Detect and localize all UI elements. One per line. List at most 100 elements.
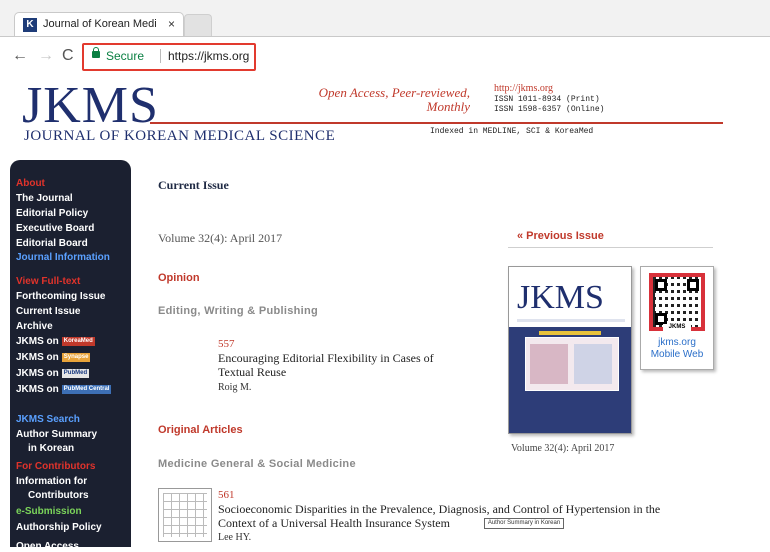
sidebar-item[interactable]: Forthcoming Issue xyxy=(16,291,105,302)
previous-issue-divider xyxy=(508,247,713,248)
tab-close-icon[interactable]: × xyxy=(168,17,175,31)
browser-tab[interactable]: K Journal of Korean Medi × xyxy=(14,12,184,37)
sidebar-item[interactable]: Information for xyxy=(16,476,87,487)
sidebar-item[interactable]: JKMS on KoreaMed xyxy=(16,336,95,347)
sidebar-item-label[interactable]: JKMS Search xyxy=(16,414,80,425)
qr-finder xyxy=(687,279,699,291)
lock-icon xyxy=(92,47,100,58)
sidebar-item-label[interactable]: JKMS on xyxy=(16,384,59,395)
sidebar-item[interactable]: Authorship Policy xyxy=(16,522,102,533)
sidebar-item-label[interactable]: e-Submission xyxy=(16,506,82,517)
page-title: Current Issue xyxy=(158,178,229,192)
site-link[interactable]: http://jkms.org xyxy=(494,83,553,94)
sidebar-item[interactable]: in Korean xyxy=(28,443,74,454)
article-title-line-2[interactable]: Context of a Universal Health Insurance … xyxy=(218,516,660,530)
sidebar-item-label[interactable]: Editorial Board xyxy=(16,238,88,249)
sidebar-item[interactable]: About xyxy=(16,178,45,189)
sidebar-item-label[interactable]: Journal Information xyxy=(16,252,110,263)
sidebar-item[interactable]: Journal Information xyxy=(16,252,110,263)
sidebar-badge[interactable]: PubMed xyxy=(61,368,90,378)
cover-figure xyxy=(525,337,619,391)
sidebar-item-label[interactable]: Executive Board xyxy=(16,223,94,234)
sidebar-item[interactable]: View Full-text xyxy=(16,276,80,287)
sidebar-item[interactable]: Author Summary xyxy=(16,429,97,440)
article-thumbnail[interactable] xyxy=(158,488,212,542)
tagline: Open Access, Peer-reviewed, Monthly xyxy=(318,86,470,114)
sidebar-item[interactable]: Executive Board xyxy=(16,223,94,234)
sidebar-badge[interactable]: KoreaMed xyxy=(61,336,95,346)
masthead-divider xyxy=(150,122,723,124)
sidebar-item-label[interactable]: Archive xyxy=(16,321,53,332)
tagline-line-1: Open Access, Peer-reviewed, xyxy=(318,85,470,100)
article-title-line-2[interactable]: Textual Reuse xyxy=(218,365,434,379)
browser-toolbar: ← → C Secure https://jkms.org xyxy=(0,36,770,81)
cover-logo: JKMS xyxy=(517,279,604,316)
reload-icon[interactable]: C xyxy=(62,47,74,65)
address-separator xyxy=(160,49,161,63)
sidebar-item[interactable]: Contributors xyxy=(28,490,89,501)
journal-name: JOURNAL OF KOREAN MEDICAL SCIENCE xyxy=(24,128,336,144)
sidebar-item[interactable]: JKMS on PubMed xyxy=(16,368,90,379)
sidebar-item-label[interactable]: Current Issue xyxy=(16,306,80,317)
article-title[interactable]: Socioeconomic Disparities in the Prevale… xyxy=(218,502,660,530)
qr-label: JKMS xyxy=(663,324,691,331)
cover-subtitle-bar xyxy=(517,319,625,322)
sidebar-item[interactable]: e-Submission xyxy=(16,506,82,517)
sidebar-item-label[interactable]: Author Summary xyxy=(16,429,97,440)
tab-title: Journal of Korean Medi xyxy=(43,18,157,30)
sidebar-item[interactable]: Editorial Board xyxy=(16,238,88,249)
sidebar-item[interactable]: JKMS on Synapse xyxy=(16,352,91,363)
sidebar-item[interactable]: Editorial Policy xyxy=(16,208,88,219)
sidebar-item[interactable]: Archive xyxy=(16,321,53,332)
sidebar-item-label[interactable]: Editorial Policy xyxy=(16,208,88,219)
sidebar-item-label[interactable]: JKMS on xyxy=(16,368,59,379)
qr-url: jkms.org xyxy=(658,337,696,348)
secure-label: Secure xyxy=(106,49,145,63)
qr-caption: Mobile Web xyxy=(650,349,704,360)
back-arrow-icon[interactable]: ← xyxy=(12,47,28,65)
previous-issue-link[interactable]: « Previous Issue xyxy=(517,230,604,242)
sidebar-item[interactable]: JKMS on PubMed Central xyxy=(16,384,112,395)
sidebar-item-label[interactable]: The Journal xyxy=(16,193,73,204)
mobile-web-qr[interactable]: JKMS jkms.org Mobile Web xyxy=(640,266,714,370)
sidebar-item-label[interactable]: Contributors xyxy=(28,490,89,501)
sidebar-item-label[interactable]: JKMS on xyxy=(16,352,59,363)
article-title-line-1[interactable]: Socioeconomic Disparities in the Prevale… xyxy=(218,502,660,516)
url-text[interactable]: https://jkms.org xyxy=(168,49,249,63)
sidebar-item-label[interactable]: Information for xyxy=(16,476,87,487)
section-editing: Editing, Writing & Publishing xyxy=(158,305,319,317)
issn-block: ISSN 1011-8934 (Print) ISSN 1598-6357 (O… xyxy=(494,95,604,115)
sidebar-item-label[interactable]: in Korean xyxy=(28,443,74,454)
sidebar-badge[interactable]: Synapse xyxy=(61,352,91,362)
sidebar-item-label[interactable]: About xyxy=(16,178,45,189)
article-number[interactable]: 557 xyxy=(218,338,235,350)
issue-cover-image[interactable]: JKMS xyxy=(508,266,632,434)
forward-arrow-icon[interactable]: → xyxy=(38,47,54,65)
qr-finder xyxy=(655,279,667,291)
sidebar-item-label[interactable]: Forthcoming Issue xyxy=(16,291,105,302)
issn-online: ISSN 1598-6357 (Online) xyxy=(494,105,605,114)
browser-chrome: K Journal of Korean Medi × ← → C Secure … xyxy=(0,0,770,81)
sidebar-item[interactable]: The Journal xyxy=(16,193,73,204)
sidebar-item-label[interactable]: View Full-text xyxy=(16,276,80,287)
sidebar-badge[interactable]: PubMed Central xyxy=(61,384,112,394)
cover-caption: Volume 32(4): April 2017 xyxy=(511,443,615,454)
section-opinion: Opinion xyxy=(158,272,200,284)
jkms-logo[interactable]: JKMS xyxy=(22,80,159,132)
favicon-icon: K xyxy=(23,18,37,32)
sidebar-item[interactable]: JKMS Search xyxy=(16,414,80,425)
sidebar-item-label[interactable]: JKMS on xyxy=(16,336,59,347)
article-author: Lee HY. xyxy=(218,532,252,543)
sidebar-item-label[interactable]: Authorship Policy xyxy=(16,522,102,533)
indexed-note: Indexed in MEDLINE, SCI & KoreaMed xyxy=(430,127,594,136)
article-title-line-1[interactable]: Encouraging Editorial Flexibility in Cas… xyxy=(218,351,434,365)
new-tab-button[interactable] xyxy=(184,14,212,37)
sidebar-item-label[interactable]: For Contributors xyxy=(16,461,95,472)
address-bar[interactable]: Secure https://jkms.org xyxy=(82,43,256,71)
sidebar-item[interactable]: Current Issue xyxy=(16,306,80,317)
article-number[interactable]: 561 xyxy=(218,489,235,501)
author-summary-button[interactable]: Author Summary in Korean xyxy=(484,518,564,529)
sidebar-item[interactable]: For Contributors xyxy=(16,461,95,472)
article-title[interactable]: Encouraging Editorial Flexibility in Cas… xyxy=(218,351,434,379)
article-author: Roig M. xyxy=(218,382,252,393)
